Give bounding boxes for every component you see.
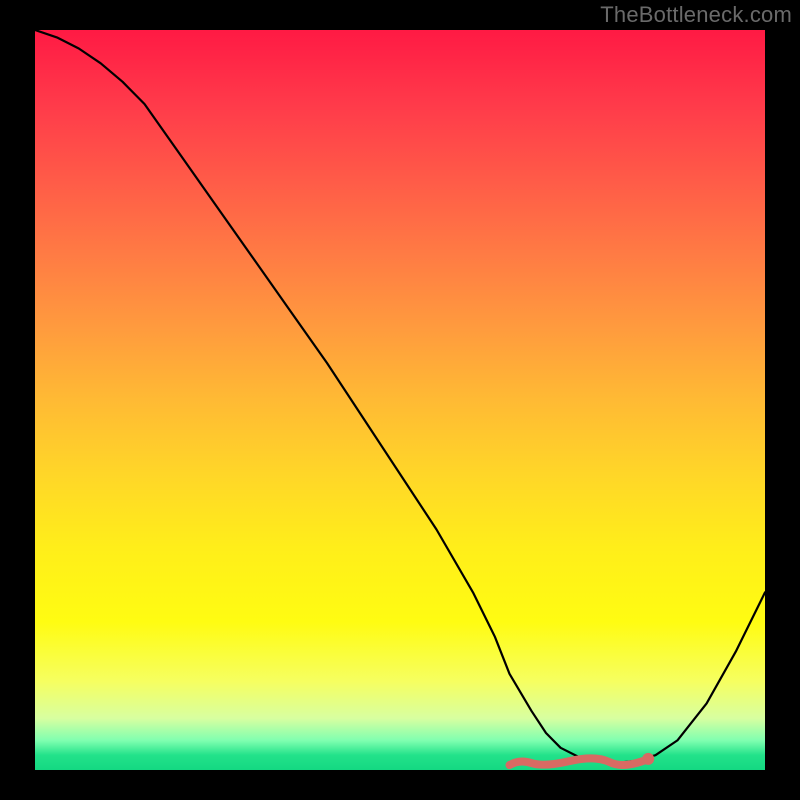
optimal-band-endpoint <box>642 753 654 765</box>
plot-area <box>35 30 765 770</box>
optimal-band <box>510 758 649 765</box>
chart-svg <box>35 30 765 770</box>
watermark-text: TheBottleneck.com <box>600 2 792 28</box>
main-curve <box>35 30 765 763</box>
chart-canvas: TheBottleneck.com <box>0 0 800 800</box>
